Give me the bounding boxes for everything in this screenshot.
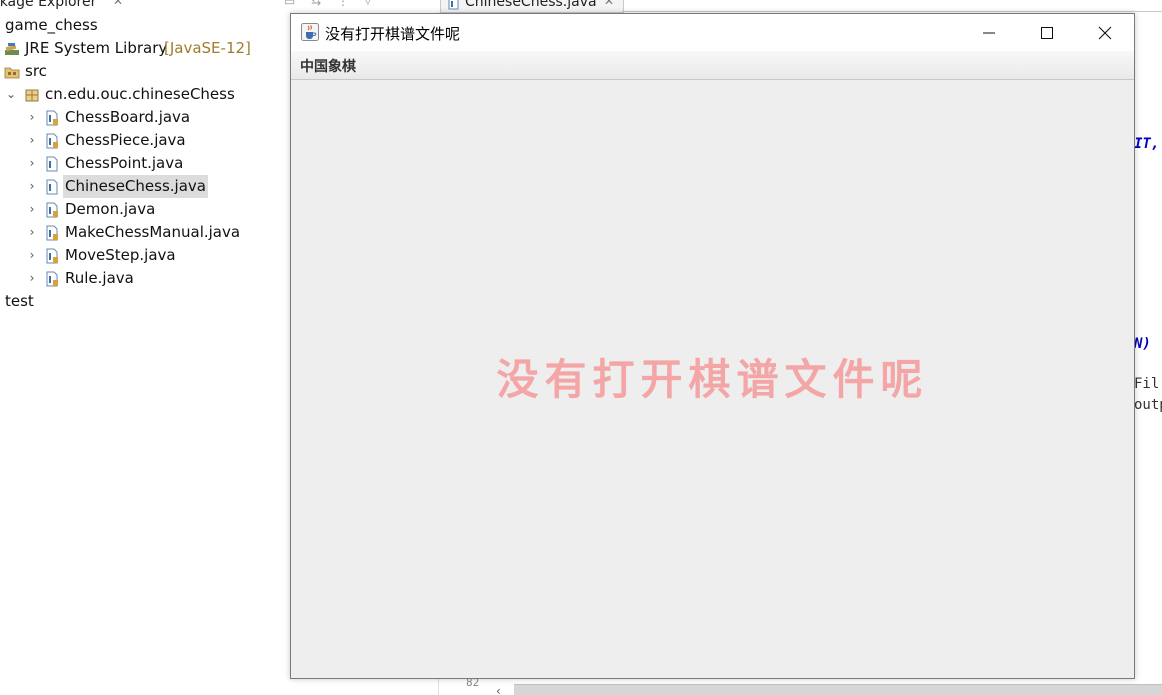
tree-item-label: ChessPoint.java <box>65 154 184 172</box>
java-file-icon <box>46 202 58 218</box>
java-cup-icon <box>301 23 319 41</box>
maximize-button[interactable] <box>1018 14 1076 51</box>
tree-item-decoration: [JavaSE-12] <box>164 39 251 57</box>
editor-tab-border <box>622 11 1162 12</box>
minimize-icon <box>983 32 995 34</box>
editor-tab-chinesechess[interactable]: ChineseChess.java ✕ <box>440 0 624 13</box>
java-file-icon <box>46 110 58 126</box>
code-fragment: Fil <box>1134 376 1160 392</box>
window-titlebar[interactable]: 没有打开棋谱文件呢 <box>291 14 1134 51</box>
tree-item-label: Demon.java <box>65 200 156 218</box>
java-file-icon <box>46 225 58 241</box>
desktop: ckage Explorer ✕ ▭ ⇆ ⋮ ▿ game_chess JRE … <box>0 0 1162 695</box>
chess-manual-window: 没有打开棋谱文件呢 中国象棋 没有打开棋谱文件呢 <box>290 13 1135 679</box>
chevron-right-icon[interactable]: › <box>26 198 38 221</box>
scroll-left-icon[interactable]: ‹ <box>496 684 501 695</box>
tree-item-label: Rule.java <box>65 269 134 287</box>
window-content: 没有打开棋谱文件呢 <box>291 80 1134 678</box>
tree-item-label: ChessBoard.java <box>65 108 191 126</box>
code-fragment: outp <box>1134 397 1162 413</box>
package-explorer-toolbar[interactable]: ▭ ⇆ ⋮ ▿ <box>284 0 434 8</box>
chevron-down-icon[interactable]: ⌄ <box>5 83 17 106</box>
tree-item-package[interactable]: ⌄ cn.edu.ouc.chineseChess <box>0 83 260 106</box>
close-icon[interactable]: ✕ <box>604 0 614 8</box>
chevron-right-icon[interactable]: › <box>26 244 38 267</box>
chevron-right-icon[interactable]: › <box>26 129 38 152</box>
java-file-icon <box>46 248 58 264</box>
horizontal-scrollbar[interactable] <box>514 684 1162 695</box>
tree-item-label: MakeChessManual.java <box>65 223 241 241</box>
tree-item-java-file[interactable]: › ChessPoint.java <box>0 152 260 175</box>
close-button[interactable] <box>1076 14 1134 51</box>
package-explorer-tab[interactable]: ckage Explorer ✕ <box>0 0 280 12</box>
editor-tab-label: ChineseChess.java <box>465 0 597 10</box>
chevron-right-icon[interactable]: › <box>26 106 38 129</box>
package-icon <box>25 89 39 102</box>
tree-item-label: src <box>25 62 47 80</box>
code-fragment: IT, <box>1134 136 1160 152</box>
maximize-icon <box>1041 27 1053 39</box>
java-file-icon <box>46 271 58 287</box>
java-file-icon <box>448 0 459 10</box>
close-icon[interactable]: ✕ <box>113 0 123 8</box>
java-file-icon <box>46 179 58 195</box>
library-icon <box>5 43 19 55</box>
tree-item-label: ChessPiece.java <box>65 131 186 149</box>
tree-item-label: MoveStep.java <box>65 246 176 264</box>
tree-item-label: cn.edu.ouc.chineseChess <box>45 85 235 103</box>
java-file-icon <box>46 156 58 172</box>
tree-item-java-file[interactable]: › ChessBoard.java <box>0 106 260 129</box>
chevron-right-icon[interactable]: › <box>26 267 38 290</box>
code-fragment: N) <box>1134 336 1151 352</box>
tree-item-label: JRE System Library <box>25 39 168 57</box>
tree-item-jre-library[interactable]: JRE System Library [JavaSE-12] <box>0 37 280 60</box>
tree-item-label: game_chess <box>5 16 98 34</box>
tree-item-java-file-selected[interactable]: › ChineseChess.java <box>0 175 260 198</box>
chevron-right-icon[interactable]: › <box>26 221 38 244</box>
window-title: 没有打开棋谱文件呢 <box>325 25 461 43</box>
menu-bar: 中国象棋 <box>291 51 1134 80</box>
chevron-right-icon[interactable]: › <box>26 175 38 198</box>
tree-item-label: test <box>5 292 34 310</box>
no-manual-message: 没有打开棋谱文件呢 <box>496 355 929 404</box>
java-file-icon <box>46 133 58 149</box>
menu-chinese-chess[interactable]: 中国象棋 <box>300 56 356 76</box>
tree-item-project[interactable]: game_chess <box>0 14 200 37</box>
tree-item-test[interactable]: test <box>0 290 200 313</box>
tree-item-label: ChineseChess.java <box>63 175 208 198</box>
tree-item-java-file[interactable]: › MoveStep.java <box>0 244 260 267</box>
package-explorer-tab-label: ckage Explorer <box>0 0 97 10</box>
tree-item-src[interactable]: src <box>0 60 200 83</box>
chevron-right-icon[interactable]: › <box>26 152 38 175</box>
tree-item-java-file[interactable]: › Demon.java <box>0 198 260 221</box>
minimize-button[interactable] <box>960 14 1018 51</box>
tree-item-java-file[interactable]: › MakeChessManual.java <box>0 221 260 244</box>
source-folder-icon <box>4 67 20 79</box>
close-icon <box>1098 26 1112 40</box>
tree-item-java-file[interactable]: › ChessPiece.java <box>0 129 260 152</box>
tree-item-java-file[interactable]: › Rule.java <box>0 267 260 290</box>
